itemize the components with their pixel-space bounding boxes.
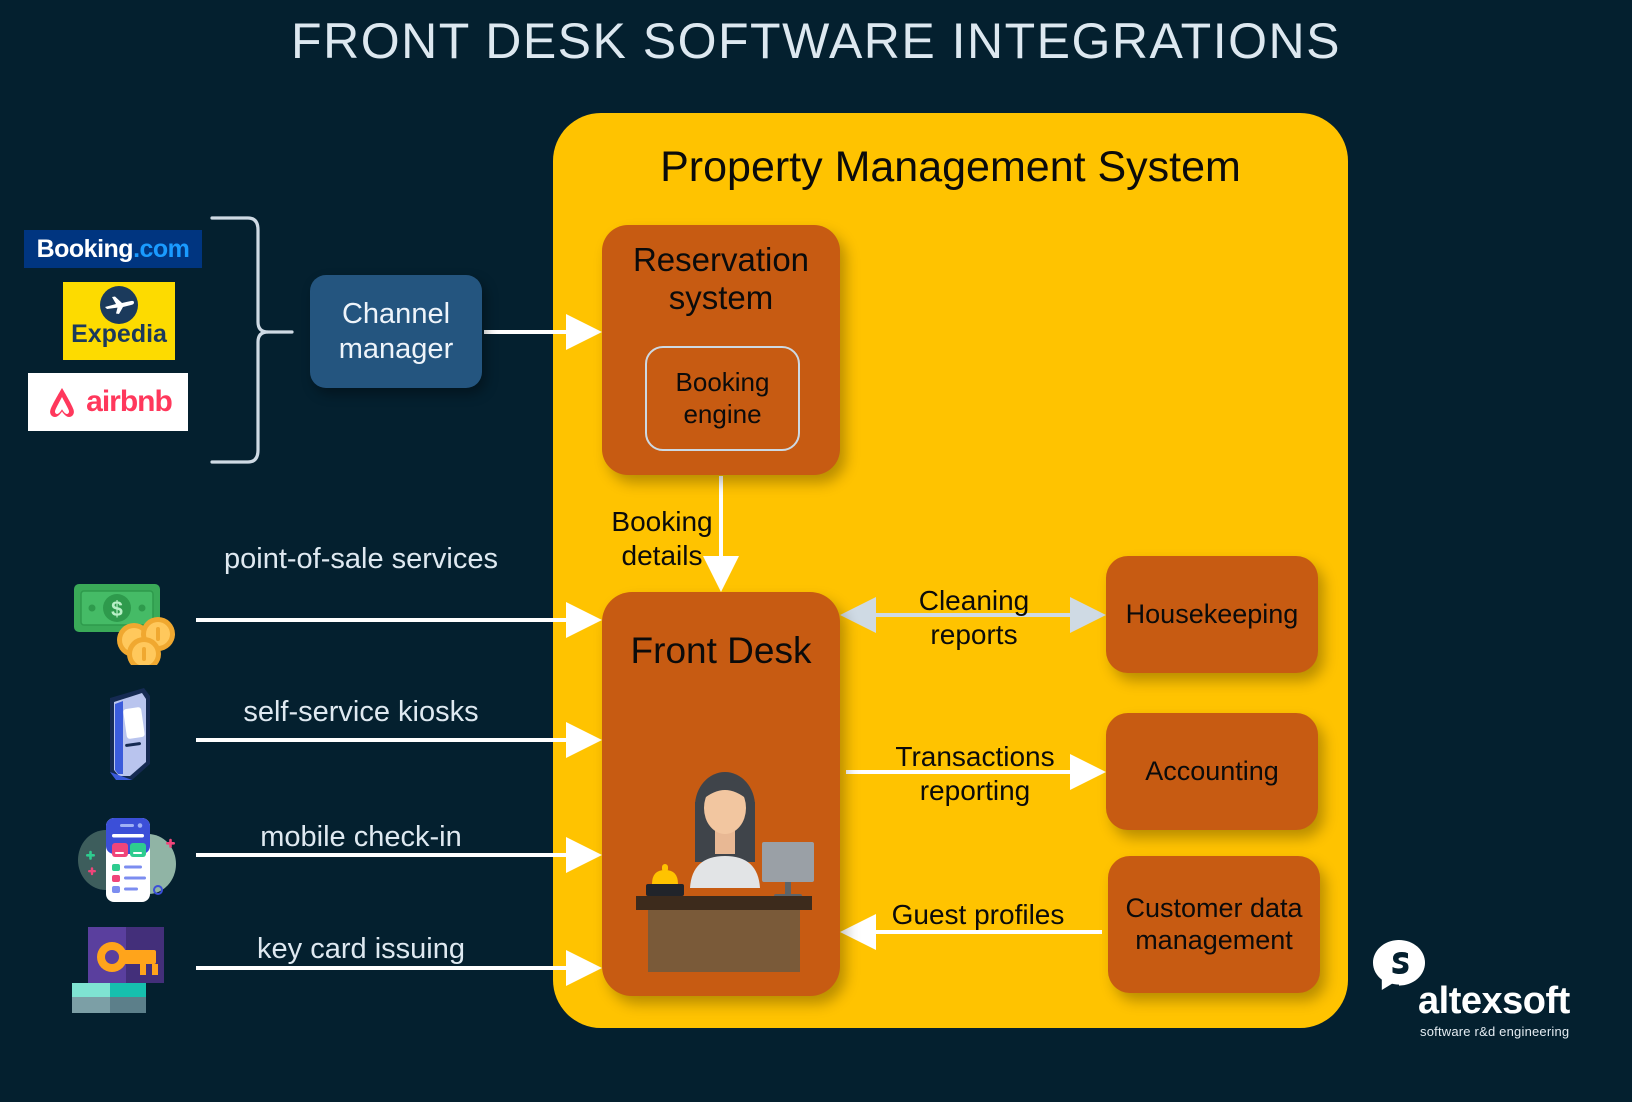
housekeeping-label: Housekeeping bbox=[1125, 598, 1299, 629]
expedia-logo[interactable]: Expedia bbox=[63, 282, 175, 360]
key-card-icon bbox=[72, 927, 164, 1013]
altexsoft-tagline: software r&d engineering bbox=[1420, 1024, 1570, 1039]
booking-com-logo[interactable]: Booking .com bbox=[24, 230, 202, 268]
flow-label-booking-details: Booking details bbox=[611, 506, 713, 571]
service-label-key-card-issuing: key card issuing bbox=[257, 933, 465, 965]
service-label-mobile-check-in: mobile check-in bbox=[260, 821, 462, 853]
service-label-point-of-sale: point-of-sale services bbox=[224, 543, 498, 575]
mobile-phone-app-icon bbox=[78, 818, 176, 902]
customer-data-management-label: Customer data management bbox=[1125, 893, 1303, 955]
expedia-plane-circle-icon bbox=[100, 286, 138, 324]
front-desk-label: Front Desk bbox=[630, 630, 812, 671]
cash-and-coins-icon: $ bbox=[74, 584, 175, 665]
diagram-canvas: FRONT DESK SOFTWARE INTEGRATIONS Propert… bbox=[0, 0, 1632, 1102]
svg-text:$: $ bbox=[111, 598, 123, 621]
expedia-logo-text: Expedia bbox=[71, 320, 167, 348]
booking-engine-label: Booking engine bbox=[675, 367, 770, 429]
airbnb-belo-icon bbox=[50, 388, 75, 417]
booking-engine-box[interactable]: Booking engine bbox=[645, 346, 800, 451]
receptionist-at-desk-illustration bbox=[636, 772, 814, 972]
ota-bracket bbox=[210, 216, 294, 464]
altexsoft-brand-name: altexsoft bbox=[1418, 980, 1570, 1022]
accounting-box[interactable]: Accounting bbox=[1106, 713, 1318, 830]
channel-manager-label: Channel manager bbox=[338, 297, 454, 365]
channel-manager-box[interactable]: Channel manager bbox=[310, 275, 482, 388]
airbnb-logo-text: airbnb bbox=[86, 385, 173, 418]
airbnb-logo[interactable]: airbnb bbox=[28, 373, 188, 431]
accounting-label: Accounting bbox=[1145, 755, 1279, 786]
customer-data-management-box[interactable]: Customer data management bbox=[1108, 856, 1320, 993]
self-service-kiosk-icon bbox=[110, 688, 150, 780]
reservation-system-label: Reservation system bbox=[632, 241, 810, 316]
flow-label-transactions-reporting: Transactions reporting bbox=[895, 741, 1055, 806]
airplane-icon bbox=[105, 296, 134, 314]
altexsoft-logo: altexsoft software r&d engineering bbox=[1370, 938, 1600, 1058]
booking-com-logo-text-secondary: .com bbox=[133, 234, 190, 263]
service-label-self-service-kiosks: self-service kiosks bbox=[243, 696, 479, 728]
flow-label-cleaning-reports: Cleaning reports bbox=[918, 585, 1030, 650]
flow-label-guest-profiles: Guest profiles bbox=[891, 899, 1065, 930]
housekeeping-box[interactable]: Housekeeping bbox=[1106, 556, 1318, 673]
booking-com-logo-text-primary: Booking bbox=[36, 234, 134, 263]
